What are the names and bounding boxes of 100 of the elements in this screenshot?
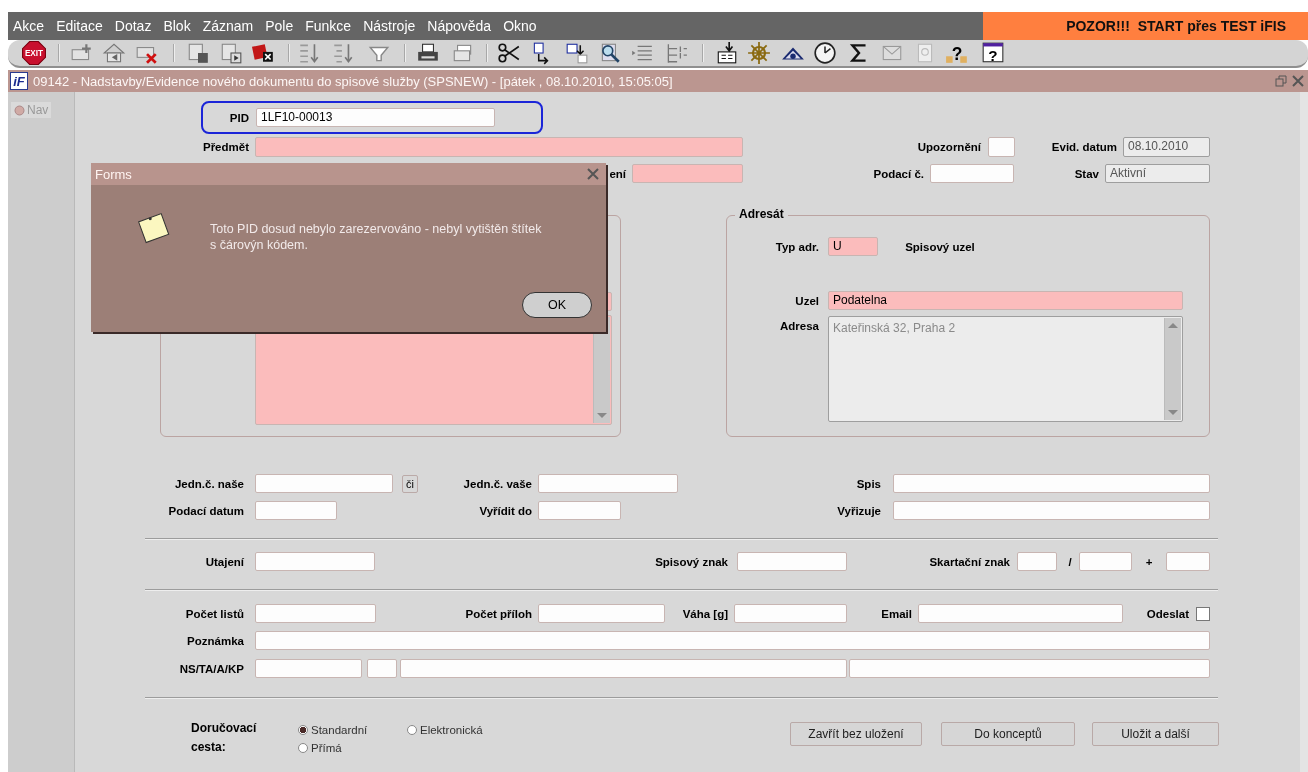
warning-banner: POZOR!!! START přes TEST iFIS <box>983 12 1308 40</box>
input-field[interactable] <box>538 474 678 493</box>
field-label: Utajení <box>204 555 245 568</box>
field-label: Typ adr. <box>774 240 820 253</box>
document-play-icon[interactable] <box>219 41 243 65</box>
ok-button[interactable]: OK <box>522 292 592 318</box>
form-button[interactable]: Do konceptů <box>941 722 1075 746</box>
input-field[interactable] <box>1017 552 1057 571</box>
input-field[interactable] <box>632 164 743 183</box>
restore-icon[interactable] <box>1275 75 1287 87</box>
menu-item[interactable]: Funkce <box>300 18 357 34</box>
group-title: Adresát <box>735 207 788 221</box>
input-field[interactable] <box>988 137 1015 157</box>
field-label: Jedn.č. vaše <box>462 477 533 490</box>
input-field[interactable] <box>255 137 743 157</box>
scrollbar[interactable] <box>1164 318 1181 420</box>
input-field[interactable] <box>1166 552 1210 571</box>
input-field[interactable] <box>255 604 376 623</box>
clock-icon[interactable] <box>813 41 837 65</box>
menu-item[interactable]: Dotaz <box>109 18 157 34</box>
lookup-button[interactable]: či <box>402 474 418 493</box>
field-label: Počet listů <box>184 607 245 620</box>
radio-button[interactable]: Elektronická <box>407 721 507 739</box>
input-field[interactable]: 08.10.2010 <box>1123 137 1210 157</box>
input-field[interactable]: 1LF10-00013 <box>256 108 495 127</box>
form-button[interactable]: Zavřít bez uložení <box>790 722 922 746</box>
input-field[interactable] <box>255 552 375 571</box>
menu-item[interactable]: Pole <box>260 18 299 34</box>
input-field[interactable] <box>930 164 1014 183</box>
field-label: Skartační znak <box>928 555 1011 568</box>
field-label: Podací datum <box>167 504 245 517</box>
form-text: / <box>1067 555 1073 568</box>
field-label: Evid. datum <box>1050 141 1118 153</box>
input-field[interactable] <box>918 604 1123 623</box>
input-field[interactable] <box>538 604 665 623</box>
app-logo: iF <box>10 72 28 90</box>
input-field[interactable] <box>538 501 621 520</box>
help-icon[interactable]: ? <box>981 41 1005 65</box>
input-field[interactable] <box>849 659 1210 678</box>
field-label: Odeslat <box>1145 607 1190 620</box>
radio-button[interactable]: Přímá <box>298 739 407 757</box>
field-label: Jedn.č. naše <box>173 477 245 490</box>
input-field[interactable] <box>893 474 1210 493</box>
menu-item[interactable]: Okno <box>498 18 542 34</box>
field-label: ení <box>608 167 627 180</box>
field-label: Stav <box>1073 167 1100 180</box>
input-field[interactable] <box>734 604 847 623</box>
input-field[interactable] <box>255 474 393 493</box>
menu-item[interactable]: Záznam <box>197 18 259 34</box>
input-field[interactable] <box>400 659 847 678</box>
form-text: Spisový uzel <box>904 240 976 253</box>
menu-item[interactable]: Nástroje <box>358 18 421 34</box>
field-label: Poznámka <box>186 634 245 647</box>
field-label: Předmět <box>201 141 250 153</box>
radio-button[interactable]: Standardní <box>298 721 407 739</box>
field-label: Vyřizuje <box>836 504 882 517</box>
field-label: PID <box>228 111 250 124</box>
menu-item[interactable]: Akce <box>8 18 50 34</box>
sort-ascending-icon[interactable] <box>297 41 321 65</box>
input-field[interactable] <box>1079 552 1132 571</box>
input-field[interactable] <box>255 631 1210 650</box>
dialog-title: Forms <box>95 166 132 182</box>
house-icon[interactable] <box>102 41 126 65</box>
form-text: + <box>1144 555 1154 568</box>
input-field[interactable] <box>367 659 397 678</box>
close-icon[interactable] <box>587 168 599 180</box>
field-label: Spis <box>855 477 882 490</box>
scissors-icon[interactable] <box>497 41 521 65</box>
menu-item[interactable]: Nápověda <box>422 18 497 34</box>
field-label: Váha [g] <box>681 607 729 620</box>
card-delete-icon[interactable] <box>251 41 275 65</box>
field-label: Upozornění <box>916 141 982 153</box>
field-label: Vyřídit do <box>478 504 533 517</box>
export-icon[interactable] <box>715 41 739 65</box>
field-label: NS/TA/A/KP <box>178 662 245 675</box>
form-button[interactable]: Uložit a další <box>1092 722 1219 746</box>
sort-descending-icon[interactable] <box>331 41 355 65</box>
ship-wheel-icon[interactable] <box>747 41 771 65</box>
field-label: Uzel <box>794 294 820 307</box>
input-field[interactable]: U <box>828 237 878 256</box>
input-field[interactable] <box>255 659 362 678</box>
field-label: Adresa <box>779 320 820 332</box>
input-field[interactable] <box>255 501 337 520</box>
dialog-message: Toto PID dosud nebylo zarezervováno - nebyl vytištěn štítek s čárovýn kódem. <box>210 221 543 253</box>
close-icon[interactable] <box>1292 75 1304 87</box>
field-label: Email <box>880 607 913 620</box>
field-label: Doručovací cesta: <box>191 720 258 756</box>
input-field[interactable]: Aktivní <box>1105 164 1210 183</box>
input-field[interactable]: Podatelna <box>828 291 1183 310</box>
field-label: Počet příloh <box>464 607 533 620</box>
text-arrow-icon[interactable] <box>565 41 589 65</box>
field-label: Podací č. <box>872 167 925 180</box>
circle-icon <box>14 104 25 116</box>
checkbox[interactable] <box>1196 606 1210 621</box>
menu-item[interactable]: Blok <box>158 18 196 34</box>
input-field[interactable] <box>893 501 1210 520</box>
field-label: Spisový znak <box>654 555 729 568</box>
input-field[interactable] <box>737 552 847 571</box>
menu-item[interactable]: Editace <box>51 18 108 34</box>
window-title: 09142 - Nadstavby/Evidence nového dokumentu do spisové služby (SPSNEW) - [pátek , 08.10.2010, 15:05:05] <box>33 73 673 89</box>
